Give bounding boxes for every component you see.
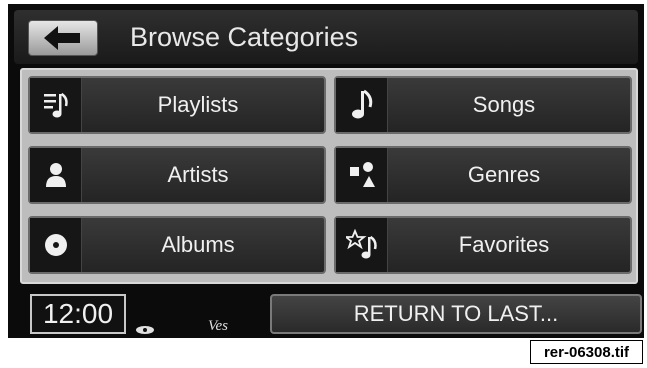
disc-icon (30, 218, 82, 272)
category-label: Genres (467, 162, 541, 187)
head-unit-screen: Browse Categories Playlists Songs Artist… (8, 4, 644, 338)
category-label: Artists (167, 162, 229, 187)
person-icon (30, 148, 82, 202)
genres-icon (336, 148, 388, 202)
header-bar: Browse Categories (14, 10, 638, 64)
file-label: rer-06308.tif (530, 340, 643, 364)
category-label: Playlists (157, 92, 239, 117)
category-label: Albums (161, 232, 235, 257)
media-disc-icon (136, 326, 154, 334)
return-to-last-button[interactable]: RETURN TO LAST... (270, 294, 642, 334)
music-note-icon (336, 78, 388, 132)
category-label: Songs (472, 92, 536, 117)
clock-display[interactable]: 12:00 (30, 294, 126, 334)
category-favorites-button[interactable]: Favorites (334, 216, 632, 274)
category-songs-button[interactable]: Songs (334, 76, 632, 134)
category-artists-button[interactable]: Artists (28, 146, 326, 204)
category-albums-button[interactable]: Albums (28, 216, 326, 274)
arrow-left-icon (44, 26, 80, 50)
star-note-icon (336, 218, 388, 272)
playlist-icon (30, 78, 82, 132)
vendor-mark: Ves (208, 318, 228, 334)
category-genres-button[interactable]: Genres (334, 146, 632, 204)
back-button[interactable] (28, 20, 98, 56)
category-grid: Playlists Songs Artists Genres Albums Fa… (20, 68, 638, 284)
category-label: Favorites (458, 232, 550, 257)
category-playlists-button[interactable]: Playlists (28, 76, 326, 134)
page-title: Browse Categories (130, 22, 359, 52)
